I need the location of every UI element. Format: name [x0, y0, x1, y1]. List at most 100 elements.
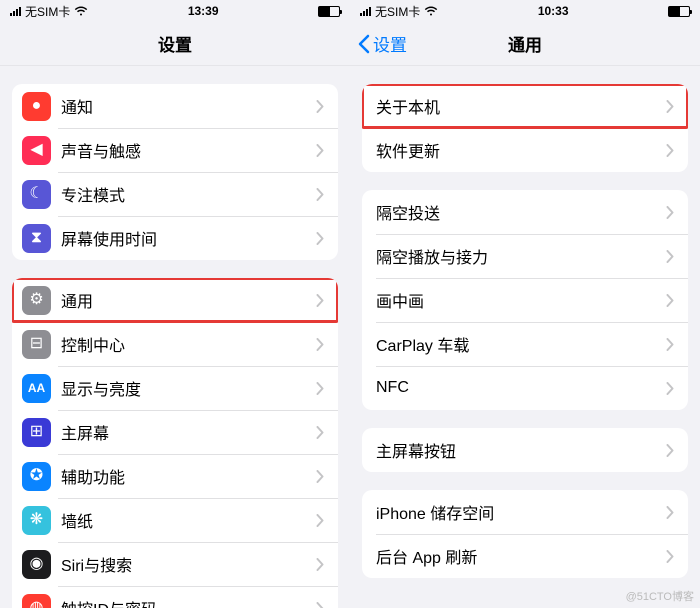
watermark: @51CTO博客 [626, 588, 694, 604]
row-label: 主屏幕 [61, 420, 316, 444]
row-label: 隔空播放与接力 [372, 244, 666, 268]
row-label: NFC [372, 379, 666, 397]
row-background-refresh[interactable]: 后台 App 刷新 [362, 534, 688, 578]
row-label: CarPlay 车载 [372, 332, 666, 356]
settings-group-1: ● 通知 ◀︎声音与触感 ☾ 专注模式 ⧗ 屏幕使用时间 [12, 84, 338, 260]
wifi-icon [424, 6, 438, 16]
row-label: 通用 [61, 288, 316, 312]
time-label: 10:33 [538, 4, 569, 18]
settings-group-2: ⚙ 通用 ⊟ 控制中心 AA 显示与亮度 ⊞ 主屏幕 ✪ 辅助功能 ❋ 墙纸 ◉ Siri与搜索 ◍ 触控ID… [12, 278, 338, 608]
settings-screen: 无SIM卡 13:39 设置 ● 通知 ◀︎声音与触感 ☾ 专注模式 ⧗ 屏幕使用时间 ⚙ 通… [0, 0, 350, 608]
general-group-4: iPhone 储存空间后台 App 刷新 [362, 490, 688, 578]
gear-icon: ⚙ [22, 286, 51, 315]
chevron-right-icon [666, 338, 674, 351]
carrier-label: 无SIM卡 [375, 3, 420, 20]
carrier-label: 无SIM卡 [25, 3, 70, 20]
row-general[interactable]: ⚙ 通用 [12, 278, 338, 322]
row-control-center[interactable]: ⊟ 控制中心 [12, 322, 338, 366]
page-title: 设置 [158, 31, 192, 56]
grid-icon: ⊞ [22, 418, 51, 447]
battery-icon [668, 6, 690, 17]
chevron-right-icon [666, 294, 674, 307]
general-screen: 无SIM卡 10:33 设置 通用 关于本机软件更新 隔空投送隔空播放与接力画中… [350, 0, 700, 608]
chevron-right-icon [666, 250, 674, 263]
row-software-update[interactable]: 软件更新 [362, 128, 688, 172]
row-home-screen[interactable]: ⊞ 主屏幕 [12, 410, 338, 454]
chevron-left-icon [358, 34, 370, 54]
general-group-3: 主屏幕按钮 [362, 428, 688, 472]
row-label: Siri与搜索 [61, 552, 316, 576]
row-label: 后台 App 刷新 [372, 544, 666, 568]
row-siri[interactable]: ◉ Siri与搜索 [12, 542, 338, 586]
siri-icon: ◉ [22, 550, 51, 579]
chevron-right-icon [316, 514, 324, 527]
chevron-right-icon [316, 144, 324, 157]
signal-icon [10, 7, 21, 16]
row-label: 软件更新 [372, 138, 666, 162]
row-focus[interactable]: ☾ 专注模式 [12, 172, 338, 216]
row-wallpaper[interactable]: ❋ 墙纸 [12, 498, 338, 542]
row-carplay[interactable]: CarPlay 车载 [362, 322, 688, 366]
nav-bar: 设置 [0, 22, 350, 66]
row-accessibility[interactable]: ✪ 辅助功能 [12, 454, 338, 498]
row-label: 墙纸 [61, 508, 316, 532]
row-label: iPhone 储存空间 [372, 500, 666, 524]
chevron-right-icon [316, 558, 324, 571]
row-display[interactable]: AA 显示与亮度 [12, 366, 338, 410]
row-airdrop[interactable]: 隔空投送 [362, 190, 688, 234]
row-label: 主屏幕按钮 [372, 438, 666, 462]
row-label: 关于本机 [372, 94, 666, 118]
chevron-right-icon [666, 506, 674, 519]
chevron-right-icon [666, 206, 674, 219]
chevron-right-icon [316, 232, 324, 245]
chevron-right-icon [316, 426, 324, 439]
row-label: 显示与亮度 [61, 376, 316, 400]
moon-icon: ☾ [22, 180, 51, 209]
flower-icon: ❋ [22, 506, 51, 535]
row-label: 辅助功能 [61, 464, 316, 488]
row-about[interactable]: 关于本机 [362, 84, 688, 128]
chevron-right-icon [666, 382, 674, 395]
row-label: 屏幕使用时间 [61, 226, 316, 250]
row-label: 控制中心 [61, 332, 316, 356]
status-bar: 无SIM卡 13:39 [0, 0, 350, 22]
row-label: 触控ID与密码 [61, 596, 316, 608]
battery-icon [318, 6, 340, 17]
hourglass-icon: ⧗ [22, 224, 51, 253]
row-label: 声音与触感 [61, 138, 316, 162]
row-label: 画中画 [372, 288, 666, 312]
wifi-icon [74, 6, 88, 16]
row-notifications[interactable]: ● 通知 [12, 84, 338, 128]
nav-bar: 设置 通用 [350, 22, 700, 66]
chevron-right-icon [316, 338, 324, 351]
general-group-1: 关于本机软件更新 [362, 84, 688, 172]
chevron-right-icon [316, 470, 324, 483]
status-bar: 无SIM卡 10:33 [350, 0, 700, 22]
chevron-right-icon [316, 188, 324, 201]
text-size-icon: AA [22, 374, 51, 403]
time-label: 13:39 [188, 4, 219, 18]
back-label: 设置 [373, 31, 407, 56]
fingerprint-icon: ◍ [22, 594, 51, 608]
row-label: 通知 [61, 94, 316, 118]
chevron-right-icon [666, 144, 674, 157]
row-screentime[interactable]: ⧗ 屏幕使用时间 [12, 216, 338, 260]
chevron-right-icon [666, 100, 674, 113]
general-list[interactable]: 关于本机软件更新 隔空投送隔空播放与接力画中画 CarPlay 车载 NFC 主屏幕… [350, 66, 700, 608]
chevron-right-icon [316, 294, 324, 307]
row-label: 专注模式 [61, 182, 316, 206]
row-label: 隔空投送 [372, 200, 666, 224]
settings-list[interactable]: ● 通知 ◀︎声音与触感 ☾ 专注模式 ⧗ 屏幕使用时间 ⚙ 通用 ⊟ 控制中心 AA 显示与亮度 ⊞ 主… [0, 66, 350, 608]
general-group-2: 隔空投送隔空播放与接力画中画 CarPlay 车载 NFC [362, 190, 688, 410]
bell-icon: ● [22, 92, 51, 121]
accessibility-icon: ✪ [22, 462, 51, 491]
row-nfc[interactable]: NFC [362, 366, 688, 410]
switches-icon: ⊟ [22, 330, 51, 359]
row-pip[interactable]: 画中画 [362, 278, 688, 322]
row-sound[interactable]: ◀︎声音与触感 [12, 128, 338, 172]
row-home-button[interactable]: 主屏幕按钮 [362, 428, 688, 472]
back-button[interactable]: 设置 [358, 31, 407, 56]
row-iphone-storage[interactable]: iPhone 储存空间 [362, 490, 688, 534]
row-airplay-handoff[interactable]: 隔空播放与接力 [362, 234, 688, 278]
row-touchid[interactable]: ◍ 触控ID与密码 [12, 586, 338, 608]
